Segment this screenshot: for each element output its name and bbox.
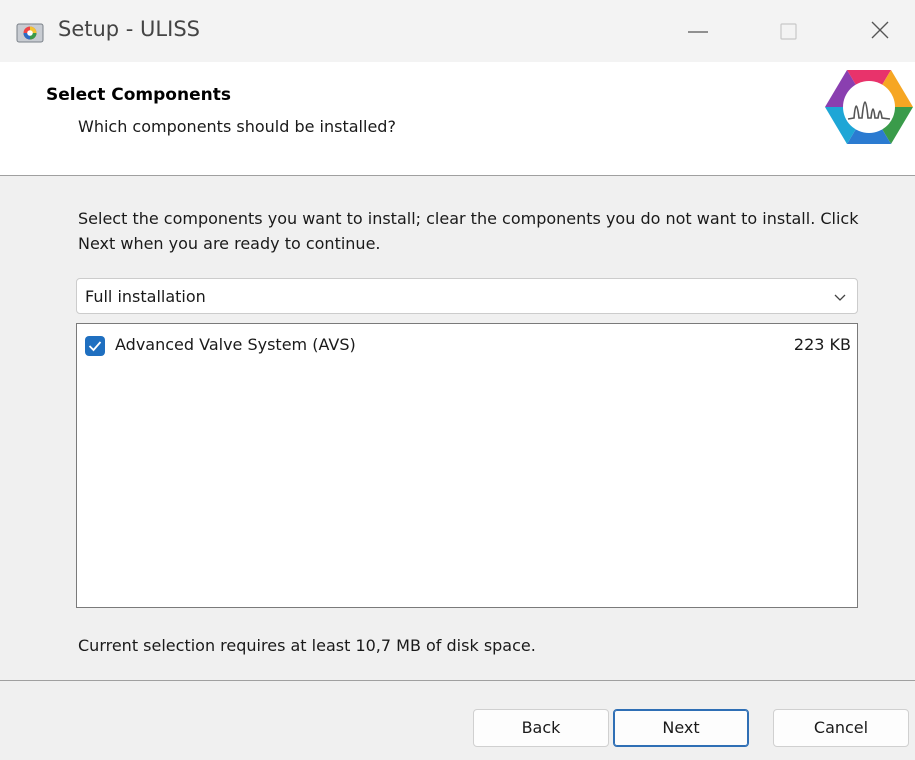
cancel-button[interactable]: Cancel — [773, 709, 909, 747]
minimize-icon[interactable] — [680, 14, 720, 50]
components-list[interactable]: Advanced Valve System (AVS) 223 KB — [76, 323, 858, 608]
component-item[interactable]: Advanced Valve System (AVS) 223 KB — [77, 334, 857, 360]
component-size: 223 KB — [793, 335, 851, 354]
window-title: Setup - ULISS — [58, 17, 200, 41]
uliss-hexagon-logo — [822, 64, 915, 150]
page-title: Select Components — [46, 85, 231, 105]
install-type-value: Full installation — [85, 287, 206, 306]
footer-separator — [0, 680, 915, 681]
next-button[interactable]: Next — [613, 709, 749, 747]
install-type-select[interactable]: Full installation — [76, 278, 858, 314]
installer-app-icon — [16, 22, 46, 44]
disk-space-text: Current selection requires at least 10,7… — [78, 636, 536, 655]
component-label: Advanced Valve System (AVS) — [115, 335, 356, 354]
header-separator — [0, 175, 915, 176]
page-subtitle: Which components should be installed? — [78, 117, 396, 136]
close-icon[interactable] — [862, 14, 902, 50]
wizard-header: Select Components Which components shoul… — [0, 62, 915, 175]
component-checkbox[interactable] — [85, 336, 105, 356]
back-button[interactable]: Back — [473, 709, 609, 747]
chevron-down-icon — [833, 290, 847, 304]
title-bar: Setup - ULISS — [0, 0, 915, 62]
instructions-text: Select the components you want to instal… — [78, 209, 859, 253]
maximize-icon[interactable] — [770, 14, 810, 50]
